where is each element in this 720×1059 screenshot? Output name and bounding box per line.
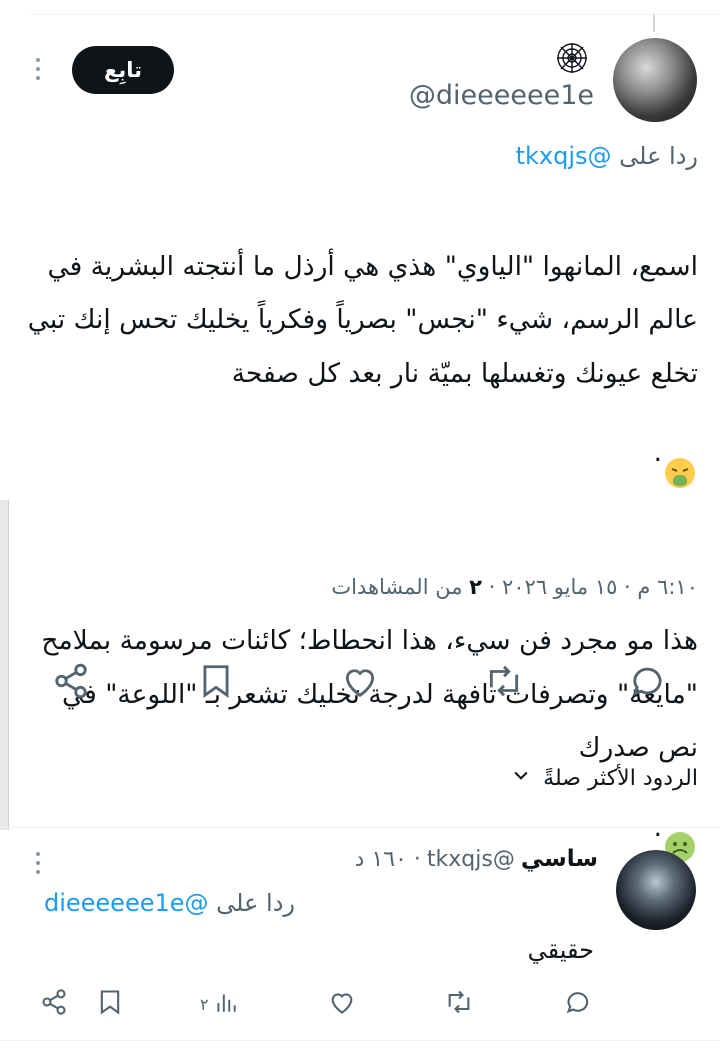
- thread-connector: [653, 14, 655, 32]
- reply-to-mention[interactable]: @tkxqjs: [516, 142, 612, 170]
- spider-web-icon: [556, 42, 588, 78]
- author-avatar[interactable]: [613, 38, 697, 122]
- reply-time[interactable]: · ١٦٠ د: [355, 847, 421, 872]
- more-options-icon[interactable]: [36, 58, 40, 80]
- reply-icon[interactable]: [630, 662, 668, 700]
- tweet-timestamp[interactable]: ٦:١٠ م · ١٥ مايو ٢٠٢٦ ·: [482, 575, 698, 599]
- reply-author-avatar[interactable]: [616, 850, 696, 930]
- reply-like-icon[interactable]: [328, 988, 356, 1016]
- top-divider: [30, 14, 720, 15]
- tweet-text-part1: اسمع، المانهوا "الياوي" هذي هي أرذل ما أ…: [27, 250, 698, 389]
- reply-header: ساسي @tkxqjs · ١٦٠ د: [355, 846, 598, 872]
- reply-reply-to-mention[interactable]: @dieeeeee1e: [44, 889, 209, 917]
- tweet-meta: ٦:١٠ م · ١٥ مايو ٢٠٢٦ · ٢ من المشاهدات: [331, 575, 698, 599]
- like-icon[interactable]: [341, 662, 379, 700]
- share-icon[interactable]: [52, 662, 90, 700]
- bookmark-icon[interactable]: [197, 662, 235, 700]
- replies-sort-toggle[interactable]: الردود الأكثر صلةً: [511, 765, 698, 791]
- reply-reply-to-prefix: ردا على: [216, 889, 295, 917]
- replies-sort-label: الردود الأكثر صلةً: [543, 765, 698, 791]
- author-handle[interactable]: @dieeeeee1e: [400, 80, 594, 111]
- reply-retweet-icon[interactable]: [445, 988, 473, 1016]
- vomiting-face-icon: [664, 400, 696, 507]
- reply-author-name[interactable]: ساسي: [521, 846, 598, 872]
- reply-bookmark-icon[interactable]: [96, 988, 124, 1016]
- reply-views-count: ٢: [200, 994, 209, 1014]
- views-label[interactable]: من المشاهدات: [331, 575, 469, 599]
- chevron-down-icon: [511, 765, 531, 791]
- bottom-divider: [0, 1040, 720, 1041]
- reply-author-handle[interactable]: @tkxqjs: [427, 847, 515, 872]
- reply-more-options-icon[interactable]: [36, 852, 40, 874]
- follow-button[interactable]: تابِع: [72, 46, 174, 94]
- reply-share-icon[interactable]: [40, 988, 68, 1016]
- retweet-icon[interactable]: [485, 662, 523, 700]
- reply-to-prefix: ردا على: [619, 142, 698, 170]
- reply-reply-to-line: ردا على @dieeeeee1e: [44, 889, 295, 917]
- reply-text: حقيقي: [527, 936, 594, 964]
- window-edge: [0, 500, 9, 830]
- views-icon: [213, 988, 239, 1020]
- reply-views[interactable]: ٢: [200, 988, 239, 1020]
- reply-reply-icon[interactable]: [565, 988, 593, 1016]
- views-count: ٢: [469, 575, 482, 599]
- reply-to-line: ردا على @tkxqjs: [516, 142, 698, 170]
- section-divider: [0, 827, 720, 828]
